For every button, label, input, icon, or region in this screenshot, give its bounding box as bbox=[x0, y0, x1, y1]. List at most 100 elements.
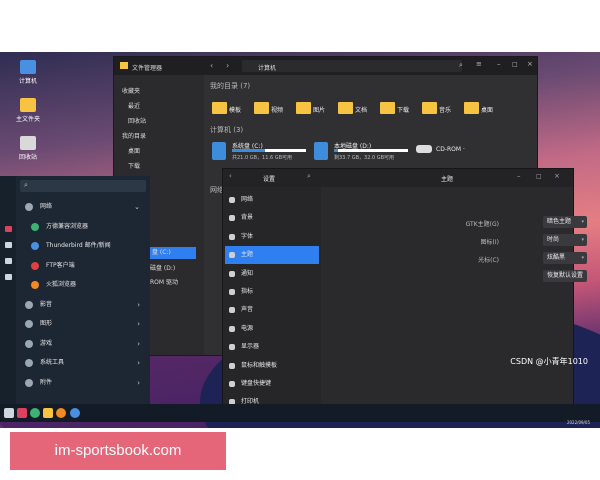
drive-usage-bar bbox=[232, 149, 306, 152]
drive-item[interactable]: 系统盘 (C:) 共21.0 GB，11.6 GB可用 bbox=[212, 141, 312, 167]
minimize-icon[interactable]: – bbox=[497, 60, 501, 68]
back-icon[interactable]: ‹ bbox=[210, 61, 213, 70]
start-menu-search[interactable]: ⌕ bbox=[20, 180, 146, 192]
drive-icon bbox=[314, 142, 328, 160]
settings-nav-label: 主题 bbox=[241, 251, 254, 259]
desktop-icon-trash[interactable]: 回收站 bbox=[8, 136, 48, 161]
settings-nav-item[interactable]: 字体 bbox=[225, 228, 319, 246]
gtk-theme-select[interactable]: 暗色主题 ▾ bbox=[543, 216, 587, 228]
settings-nav-item[interactable]: 网络 bbox=[225, 191, 319, 209]
settings-icon[interactable] bbox=[70, 408, 80, 418]
settings-nav-item[interactable]: 显示器 bbox=[225, 338, 319, 356]
monitor-icon[interactable] bbox=[5, 242, 12, 248]
folder-item[interactable]: 桌面 bbox=[464, 101, 498, 117]
chevron-icon: ⌄ bbox=[134, 203, 140, 211]
settings-nav-label: 鼠标和触摸板 bbox=[241, 361, 278, 369]
folder-icon[interactable] bbox=[43, 408, 53, 418]
desktop-icon-computer[interactable]: 计算机 bbox=[8, 60, 48, 85]
sidebar-item-cdrom[interactable]: ROM 驱动 bbox=[150, 277, 178, 286]
start-menu-item[interactable]: 游戏 › bbox=[24, 335, 148, 353]
folder-item[interactable]: 文档 bbox=[338, 101, 372, 117]
search-icon[interactable]: ⌕ bbox=[459, 61, 463, 70]
start-menu: ⌕ 网络 ⌄ 方德兼容浏览器 Thunderbird 邮件/新闻 FTP客户端 火狐浏览器… bbox=[16, 176, 150, 404]
sidebar-item-c-drive[interactable]: 盘 (C:) bbox=[150, 247, 196, 259]
settings-nav-item[interactable]: 电源 bbox=[225, 320, 319, 338]
start-button-icon[interactable] bbox=[4, 408, 14, 418]
tools-icon bbox=[25, 359, 33, 367]
chevron-down-icon: ▾ bbox=[581, 237, 584, 243]
maximize-icon[interactable]: □ bbox=[536, 173, 542, 180]
start-menu-item[interactable]: 火狐浏览器 bbox=[30, 276, 148, 294]
start-menu-item[interactable]: 图形 › bbox=[24, 315, 148, 333]
menu-icon[interactable]: ≡ bbox=[476, 60, 482, 68]
start-menu-item[interactable]: Thunderbird 邮件/新闻 bbox=[30, 237, 148, 255]
settings-nav-item[interactable]: 声音 bbox=[225, 301, 319, 319]
desktop-icon-label: 主文件夹 bbox=[15, 116, 40, 123]
folder-icon bbox=[338, 102, 353, 114]
address-bar[interactable]: 计算机 bbox=[242, 60, 462, 72]
firefox-icon bbox=[31, 281, 39, 289]
settings-nav-label: 通知 bbox=[241, 269, 254, 277]
nav-icon bbox=[229, 307, 235, 314]
start-menu-item-label: 附件 bbox=[40, 378, 53, 386]
settings-nav-label: 键盘快捷键 bbox=[241, 380, 272, 387]
chevron-down-icon: ▾ bbox=[581, 255, 584, 261]
browser-icon bbox=[31, 222, 39, 231]
back-icon[interactable]: ‹ bbox=[229, 172, 232, 180]
forward-icon[interactable]: › bbox=[226, 61, 229, 70]
close-icon[interactable]: × bbox=[527, 60, 533, 68]
sidebar-item-downloads[interactable]: 下载 bbox=[128, 161, 140, 170]
start-menu-item[interactable]: FTP客户端 bbox=[30, 257, 148, 275]
sidebar-item-recent[interactable]: 最近 bbox=[128, 101, 140, 110]
folder-item[interactable]: 模板 bbox=[212, 101, 246, 117]
folder-icon bbox=[212, 102, 227, 114]
drive-stats: 共21.0 GB，11.6 GB可用 bbox=[232, 155, 293, 161]
drive-item[interactable]: 本地磁盘 (D:) 剩33.7 GB，32.0 GB可用 bbox=[314, 141, 414, 167]
settings-nav-item[interactable]: 通知 bbox=[225, 265, 319, 283]
close-icon[interactable]: × bbox=[554, 172, 560, 180]
folder-item[interactable]: 图片 bbox=[296, 101, 330, 117]
desktop-icon-home[interactable]: 主文件夹 bbox=[8, 98, 48, 123]
start-menu-item-label: 影音 bbox=[40, 300, 53, 308]
start-menu-item[interactable]: 方德兼容浏览器 bbox=[30, 218, 148, 236]
settings-nav-item[interactable]: 背景 bbox=[225, 209, 319, 227]
minimize-icon[interactable]: – bbox=[517, 172, 521, 180]
settings-nav-item[interactable]: 主题 bbox=[225, 246, 319, 265]
firefox-icon[interactable] bbox=[56, 408, 66, 418]
folder-item[interactable]: 下载 bbox=[380, 101, 414, 117]
browser-icon[interactable] bbox=[30, 408, 40, 418]
settings-nav-item[interactable]: 键盘快捷键 bbox=[225, 375, 319, 393]
reset-defaults-button[interactable]: 恢复默认设置 bbox=[543, 270, 587, 282]
maximize-icon[interactable]: □ bbox=[512, 61, 518, 68]
cursor-theme-select[interactable]: 炫酷黑 ▾ bbox=[543, 252, 587, 264]
settings-nav-item[interactable]: 鼠标和触摸板 bbox=[225, 357, 319, 375]
settings-icon[interactable] bbox=[5, 258, 12, 264]
folder-item[interactable]: 音乐 bbox=[422, 101, 456, 117]
sidebar-item-trash[interactable]: 回收站 bbox=[128, 116, 146, 125]
folder-label: 下载 bbox=[397, 107, 410, 114]
sidebar-item-desktop[interactable]: 桌面 bbox=[128, 146, 140, 155]
start-menu-item[interactable]: 影音 › bbox=[24, 296, 148, 314]
settings-nav: 网络 背景 字体 主题 通知 指标 声音 电源 显示器 鼠标和触摸板 键盘快捷键 打印机 bbox=[223, 187, 321, 409]
attachment-icon bbox=[25, 378, 33, 387]
start-menu-item[interactable]: 附件 › bbox=[24, 374, 148, 392]
app-icon[interactable] bbox=[17, 408, 27, 418]
settings-nav-label: 网络 bbox=[241, 196, 254, 203]
folder-label: 桌面 bbox=[481, 107, 494, 114]
taskbar: 2022/09/05 bbox=[0, 404, 600, 425]
settings-content: GTK主题(G) 暗色主题 ▾ 图标(I) 时尚 ▾ 光标(C) 炫酷黑 ▾ 恢复默认… bbox=[321, 187, 587, 409]
nav-icon bbox=[229, 344, 235, 351]
icon-theme-select[interactable]: 时尚 ▾ bbox=[543, 234, 587, 246]
power-icon[interactable] bbox=[5, 226, 12, 232]
drive-stats: 剩33.7 GB，32.0 GB可用 bbox=[334, 155, 395, 161]
start-menu-item[interactable]: 网络 ⌄ bbox=[24, 198, 148, 216]
folder-item[interactable]: 视频 bbox=[254, 101, 288, 117]
start-menu-item[interactable]: 系统工具 › bbox=[24, 354, 148, 372]
search-icon[interactable]: ⌕ bbox=[307, 172, 311, 181]
info-icon[interactable] bbox=[5, 274, 12, 280]
settings-nav-item[interactable]: 指标 bbox=[225, 283, 319, 301]
icon-theme-value: 时尚 bbox=[547, 236, 560, 243]
chevron-icon: › bbox=[137, 300, 140, 309]
sidebar-item-d-drive[interactable]: 磁盘 (D:) bbox=[150, 263, 175, 272]
globe-icon bbox=[25, 203, 33, 211]
